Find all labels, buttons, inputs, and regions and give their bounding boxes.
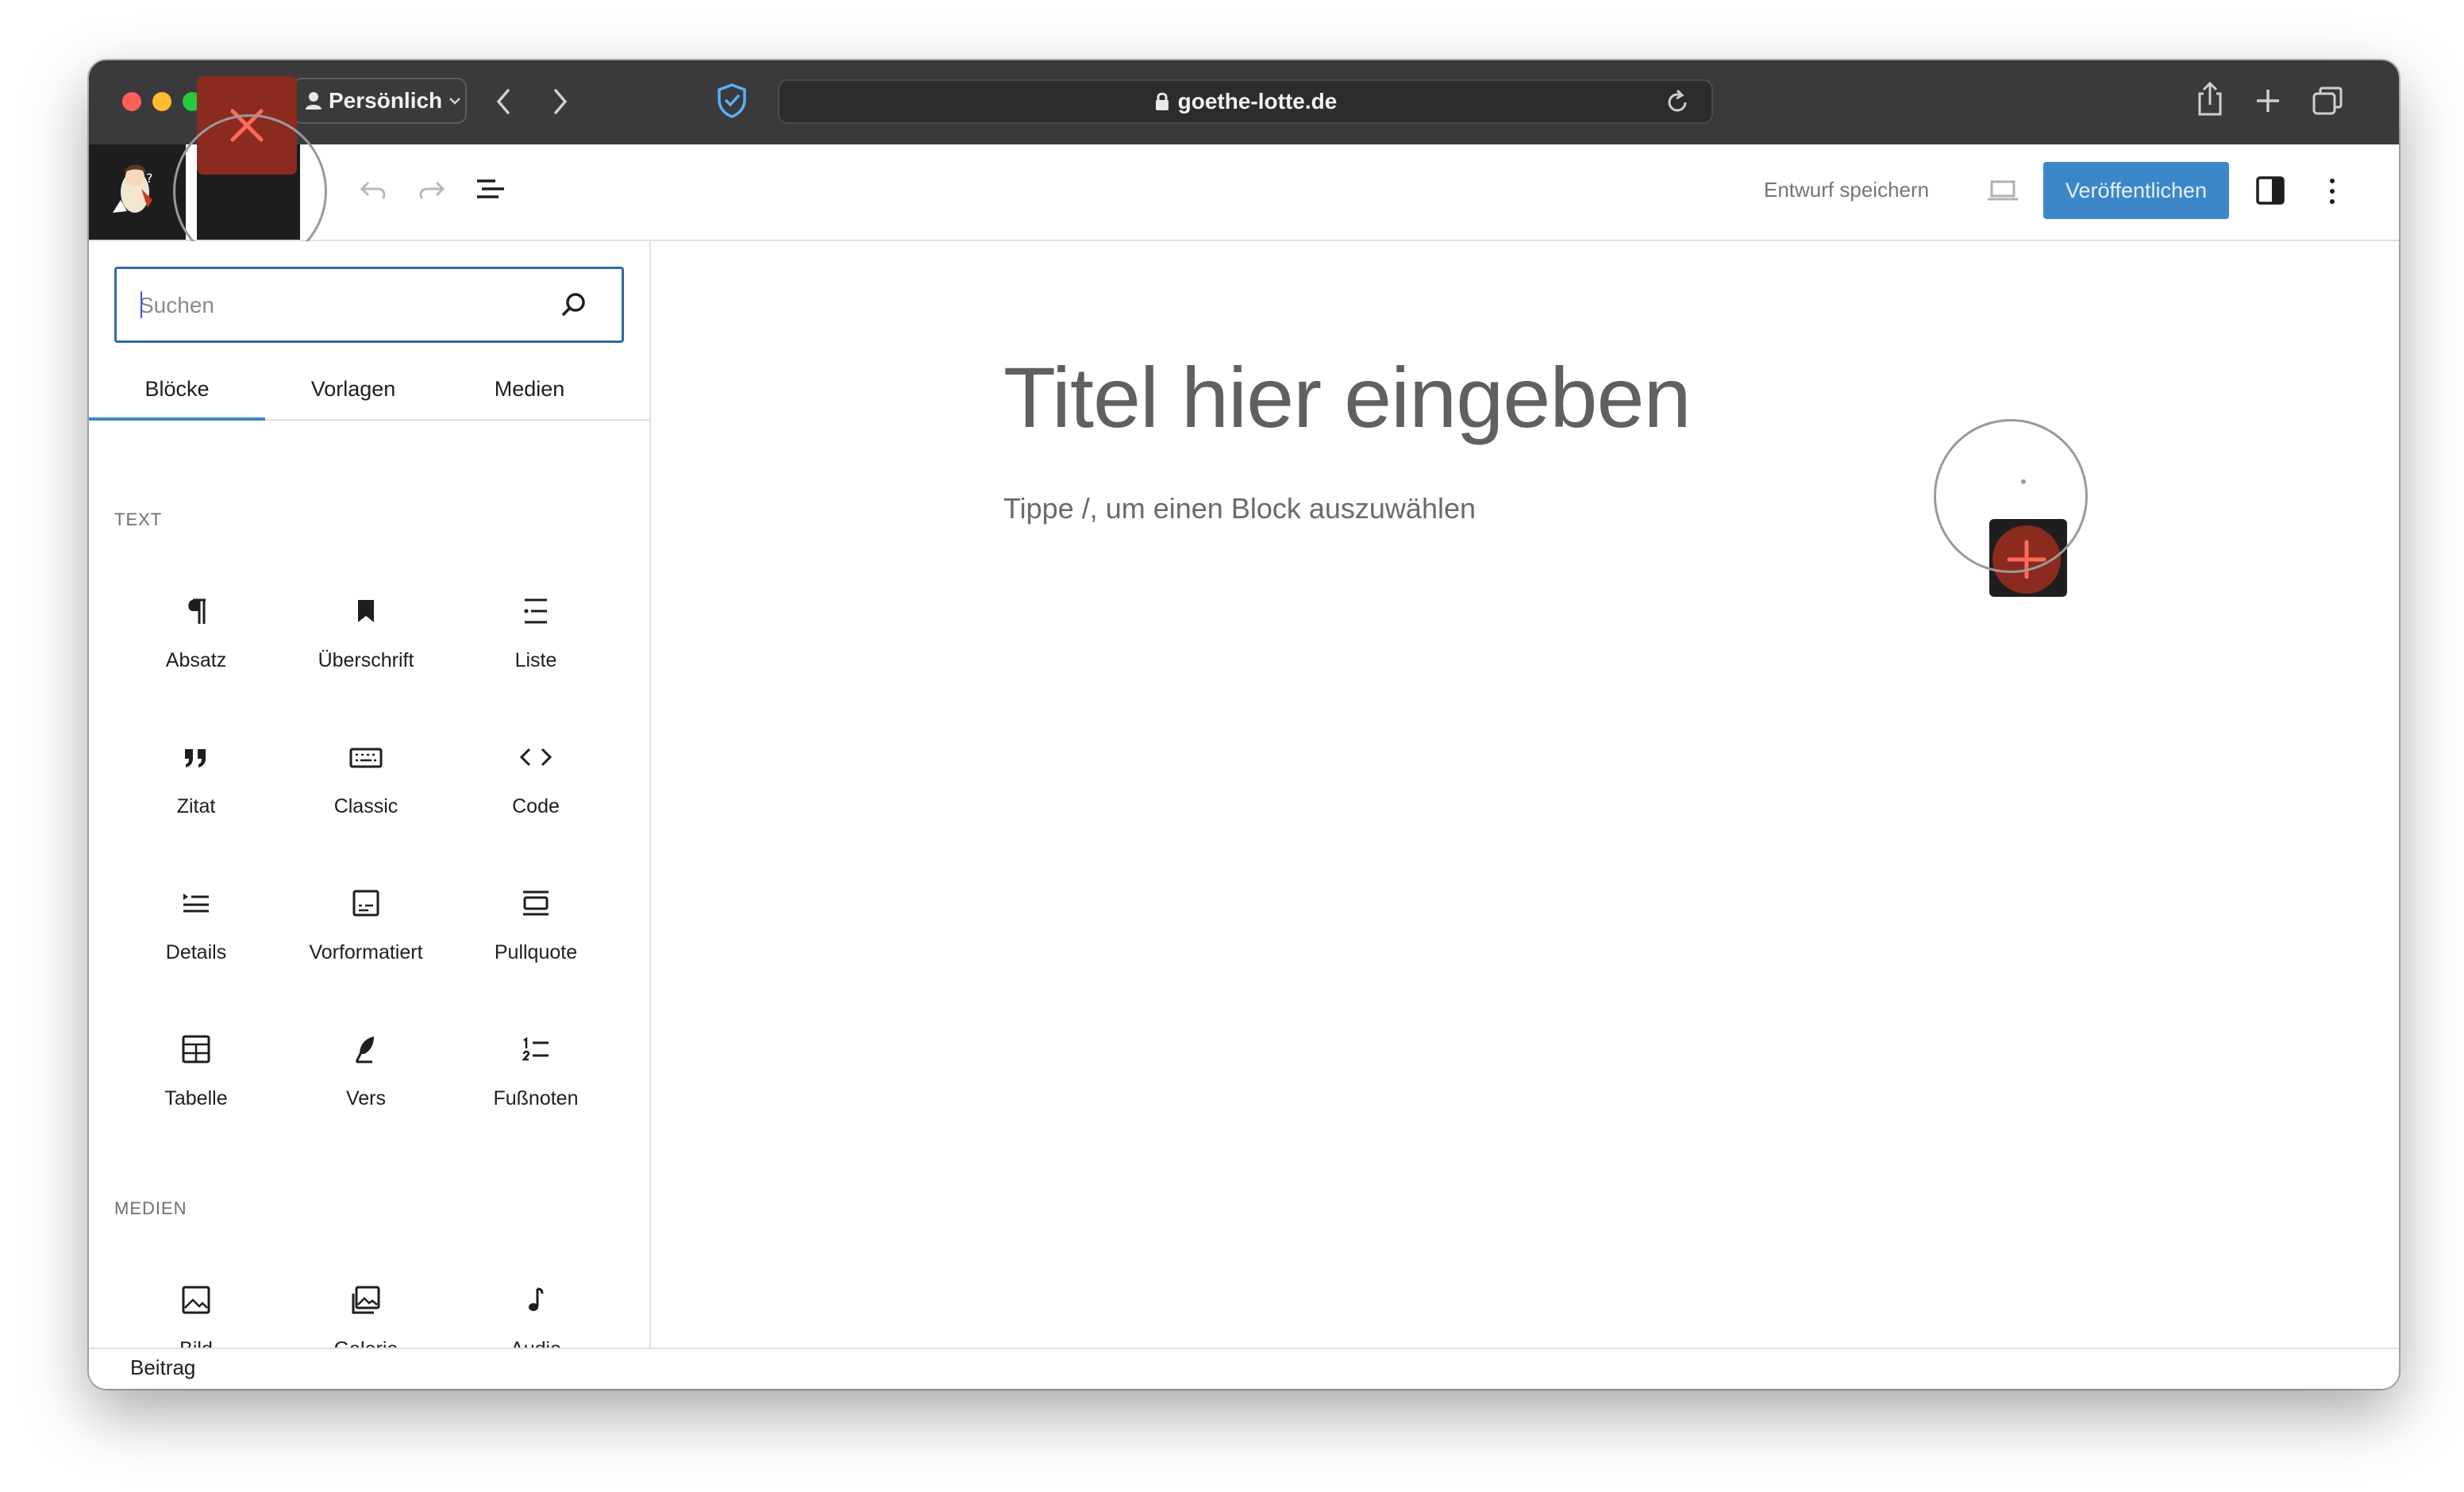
editor-footer: Beitrag: [89, 1348, 2399, 1389]
block-item-details[interactable]: Details: [111, 873, 281, 1008]
svg-text:?: ?: [146, 171, 153, 186]
verse-icon: [355, 1036, 374, 1063]
post-title-field[interactable]: Titel hier eingeben: [1003, 348, 1692, 447]
block-label: Absatz: [165, 649, 227, 671]
footnotes-icon: [522, 1036, 549, 1061]
block-label: Liste: [514, 649, 557, 671]
browser-window: Persönlich goethe-lotte.de ? Entwurf spe…: [89, 60, 2399, 1389]
keyboard-icon: [349, 748, 383, 768]
reload-icon[interactable]: [1664, 89, 1691, 116]
more-options-icon[interactable]: [2326, 176, 2339, 206]
document-overview-icon[interactable]: [475, 176, 506, 203]
code-icon: [519, 748, 552, 767]
block-label: Vers: [345, 1087, 387, 1109]
block-item-fussnoten[interactable]: Fußnoten: [451, 1019, 621, 1154]
tab-overview-icon[interactable]: [2312, 86, 2343, 116]
image-icon: [182, 1286, 210, 1314]
table-icon: [182, 1035, 210, 1063]
text-cursor: [141, 291, 142, 318]
block-item-vers[interactable]: Vers: [281, 1019, 451, 1154]
highlight-circle-add: [1934, 419, 2088, 573]
block-label: Classic: [333, 795, 398, 817]
preformatted-icon: [352, 890, 379, 917]
profile-label: Persönlich: [329, 88, 443, 113]
url-text: goethe-lotte.de: [1177, 89, 1338, 113]
block-inserter-panel: Blöcke Vorlagen Medien TEXT Absatz Übers…: [89, 241, 651, 1360]
tab-blocks[interactable]: Blöcke: [89, 359, 265, 421]
editor-canvas: Titel hier eingeben Tippe /, um einen Bl…: [651, 241, 2399, 1348]
block-appender-hint[interactable]: Tippe /, um einen Block auszuwählen: [1003, 492, 1476, 525]
forward-arrow-icon[interactable]: [551, 87, 570, 116]
block-label: Details: [165, 941, 227, 963]
new-tab-icon[interactable]: [2254, 87, 2281, 114]
block-item-absatz[interactable]: Absatz: [111, 581, 281, 716]
breadcrumb-post[interactable]: Beitrag: [130, 1355, 195, 1380]
block-item-tabelle[interactable]: Tabelle: [111, 1019, 281, 1154]
lock-icon: [1155, 92, 1168, 110]
inserter-tabs: Blöcke Vorlagen Medien: [89, 359, 649, 421]
redo-icon[interactable]: [416, 176, 446, 202]
back-arrow-icon[interactable]: [494, 87, 513, 116]
block-item-zitat[interactable]: Zitat: [111, 727, 281, 862]
block-item-liste[interactable]: Liste: [451, 581, 621, 716]
block-item-ueberschrift[interactable]: Überschrift: [281, 581, 451, 716]
block-label: Überschrift: [318, 649, 414, 671]
block-item-code[interactable]: Code: [451, 727, 621, 862]
publish-button[interactable]: Veröffentlichen: [2043, 162, 2229, 219]
audio-icon: [529, 1287, 544, 1311]
site-logo-button[interactable]: ?: [89, 144, 186, 240]
category-label-media: MEDIEN: [114, 1198, 187, 1218]
quote-icon: [185, 749, 206, 767]
list-icon: [524, 598, 547, 624]
settings-sidebar-icon[interactable]: [2254, 175, 2286, 206]
preview-device-icon[interactable]: [1986, 179, 2019, 203]
block-label: Zitat: [176, 795, 216, 817]
block-label: Pullquote: [494, 941, 578, 963]
profile-switcher[interactable]: Persönlich: [292, 78, 467, 124]
save-draft-button[interactable]: Entwurf speichern: [1764, 178, 1929, 202]
share-icon[interactable]: [2196, 81, 2224, 117]
browser-toolbar: Persönlich goethe-lotte.de: [89, 60, 2399, 144]
details-icon: [183, 894, 209, 913]
block-label: Fußnoten: [493, 1087, 579, 1109]
person-icon: [306, 92, 321, 110]
pullquote-icon: [523, 890, 549, 916]
minimize-window-button[interactable]: [152, 92, 171, 111]
close-window-button[interactable]: [122, 92, 141, 111]
tab-patterns[interactable]: Vorlagen: [265, 359, 441, 419]
block-search-box[interactable]: [114, 267, 624, 343]
address-bar[interactable]: goethe-lotte.de: [778, 79, 1713, 124]
chevron-down-icon: [449, 98, 461, 105]
block-label: Tabelle: [164, 1087, 228, 1109]
block-item-pullquote[interactable]: Pullquote: [451, 873, 621, 1008]
paragraph-icon: [188, 598, 206, 624]
block-item-classic[interactable]: Classic: [281, 727, 451, 862]
site-logo-icon: ?: [113, 164, 153, 213]
block-label: Code: [512, 795, 560, 817]
undo-icon[interactable]: [359, 176, 389, 202]
block-search-input[interactable]: [137, 286, 537, 325]
block-item-vorformatiert[interactable]: Vorformatiert: [281, 873, 451, 1008]
privacy-shield-icon[interactable]: [716, 83, 748, 119]
category-label-text: TEXT: [114, 510, 163, 529]
search-icon[interactable]: [558, 290, 590, 321]
block-label: Vorformatiert: [309, 941, 423, 963]
heading-icon: [358, 600, 374, 622]
gallery-icon: [352, 1286, 380, 1314]
tab-media[interactable]: Medien: [441, 359, 618, 419]
